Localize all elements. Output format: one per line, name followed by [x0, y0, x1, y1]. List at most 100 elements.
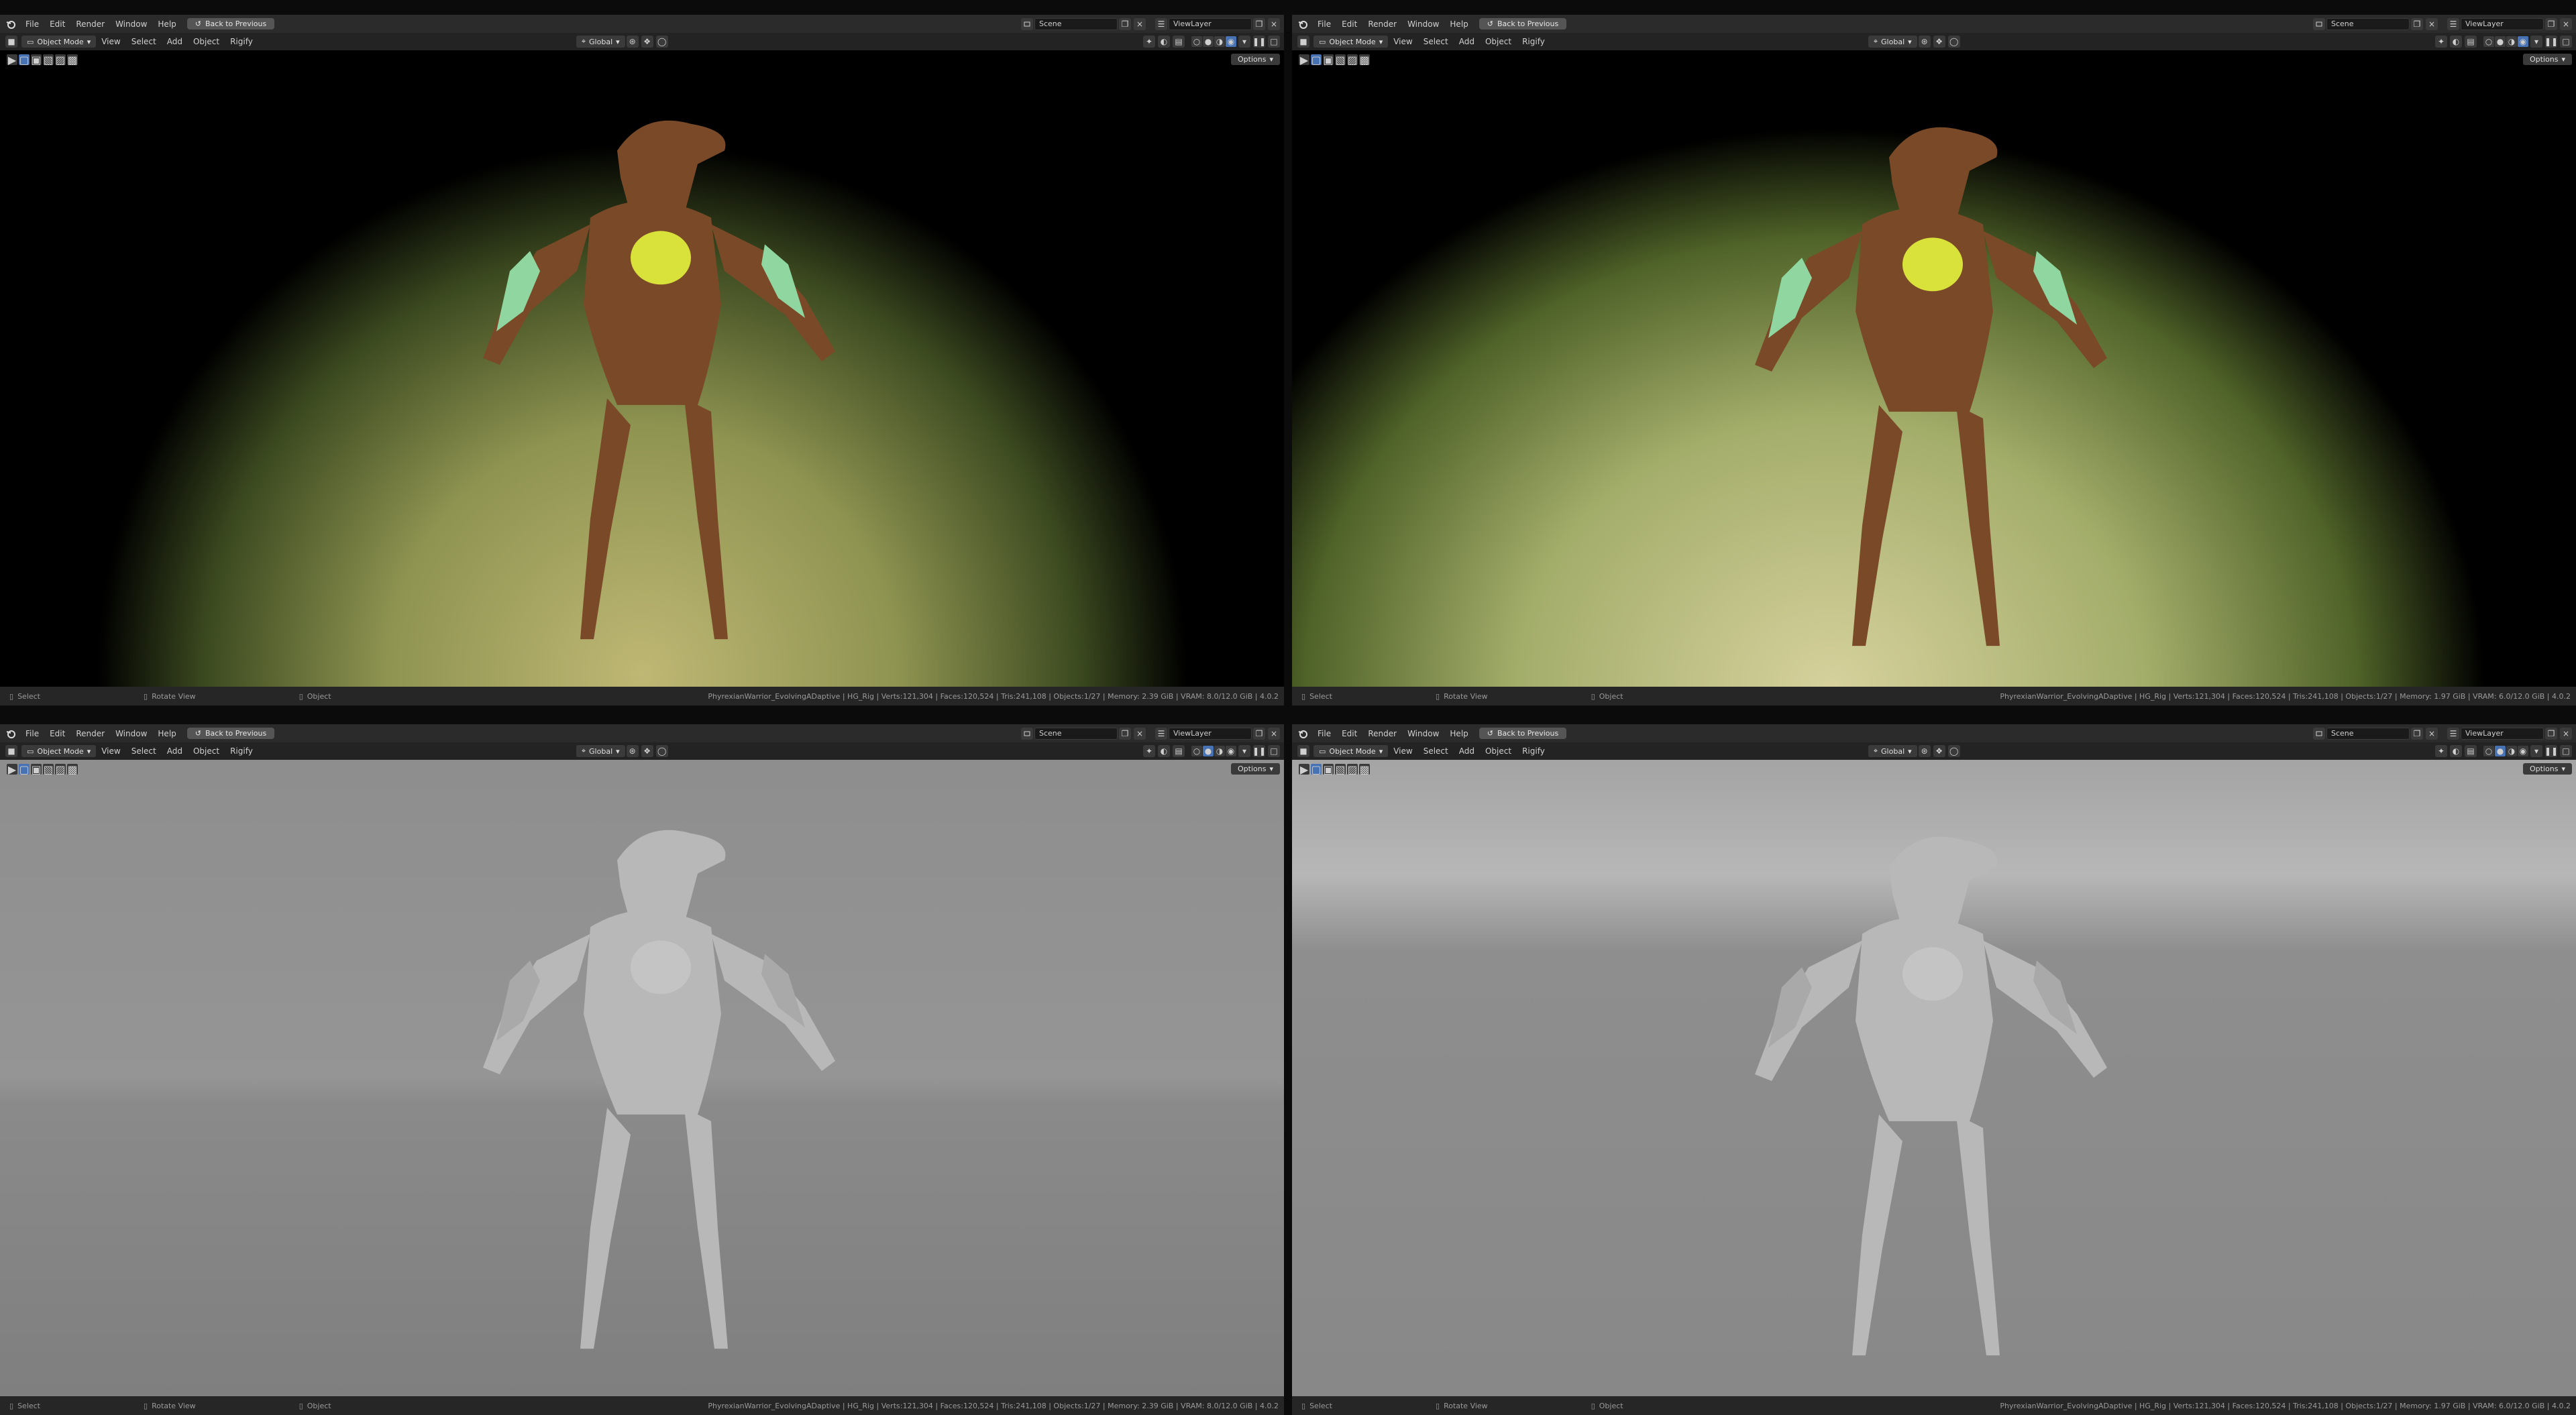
menu-help[interactable]: Help: [152, 729, 181, 738]
pivot-icon[interactable]: ⊛: [626, 745, 639, 757]
scene-selector[interactable]: Scene: [1034, 17, 1118, 30]
editor-type-icon[interactable]: ■: [5, 745, 17, 757]
select-extend-icon[interactable]: ▣: [31, 763, 42, 776]
wireframe-shading-icon[interactable]: ○: [1191, 36, 1202, 47]
solid-shading-icon[interactable]: ●: [1203, 36, 1214, 47]
header-select[interactable]: Select: [126, 746, 162, 756]
blender-logo-icon[interactable]: [5, 19, 16, 30]
view-layer-icon[interactable]: ☰: [1155, 727, 1167, 740]
orientation-dropdown[interactable]: ⌖ Global ▾: [576, 36, 625, 48]
character-model[interactable]: [1292, 50, 2576, 687]
select-invert-icon[interactable]: ▨: [1347, 763, 1358, 776]
pivot-icon[interactable]: ⊛: [626, 36, 639, 48]
view-layer-icon[interactable]: ☰: [1155, 17, 1167, 30]
menu-file[interactable]: File: [20, 19, 44, 29]
copy-icon[interactable]: ❐: [2411, 727, 2423, 740]
pause-render-icon[interactable]: ❚❚: [2544, 36, 2558, 48]
object-mode-dropdown[interactable]: ▭ Object Mode ▾: [21, 745, 97, 757]
menu-help[interactable]: Help: [1444, 19, 1473, 29]
header-select[interactable]: Select: [1418, 746, 1454, 756]
wireframe-shading-icon[interactable]: ○: [2483, 36, 2494, 47]
header-add[interactable]: Add: [1454, 37, 1480, 46]
pivot-icon[interactable]: ⊛: [1918, 745, 1931, 757]
orientation-dropdown[interactable]: ⌖ Global ▾: [1868, 745, 1917, 757]
tool-select-icon[interactable]: ▶: [7, 54, 17, 66]
header-add[interactable]: Add: [162, 37, 188, 46]
rendered-shading-icon[interactable]: ◉: [1226, 746, 1236, 756]
material-shading-icon[interactable]: ◑: [2506, 746, 2517, 756]
menu-file[interactable]: File: [1312, 729, 1336, 738]
header-view[interactable]: View: [1388, 746, 1417, 756]
view-layer-selector[interactable]: ViewLayer: [1169, 17, 1252, 30]
solid-shading-icon[interactable]: ●: [2495, 746, 2506, 756]
header-add[interactable]: Add: [1454, 746, 1480, 756]
select-subtract-icon[interactable]: ▧: [1335, 763, 1346, 776]
wireframe-shading-icon[interactable]: ○: [1191, 746, 1202, 756]
3d-viewport[interactable]: ▶ ▢ ▣ ▧ ▨ ▩ Options ▾: [1292, 760, 2576, 1396]
rendered-shading-icon[interactable]: ◉: [2518, 36, 2528, 47]
header-rigify[interactable]: Rigify: [1517, 746, 1550, 756]
select-invert-icon[interactable]: ▨: [55, 763, 66, 776]
copy-icon[interactable]: ❐: [2545, 17, 2557, 30]
material-shading-icon[interactable]: ◑: [1214, 746, 1225, 756]
chevron-down-icon[interactable]: ▾: [2530, 745, 2542, 757]
scene-selector[interactable]: Scene: [2326, 17, 2410, 30]
rendered-shading-icon[interactable]: ◉: [2518, 746, 2528, 756]
material-shading-icon[interactable]: ◑: [1214, 36, 1225, 47]
select-intersect-icon[interactable]: ▩: [1359, 54, 1370, 66]
back-to-previous-button[interactable]: ↺ Back to Previous: [186, 18, 275, 30]
3d-viewport[interactable]: ▶ ▢ ▣ ▧ ▨ ▩ Options ▾: [0, 760, 1284, 1396]
view-layer-selector[interactable]: ViewLayer: [1169, 727, 1252, 740]
character-model[interactable]: [0, 760, 1284, 1396]
rendered-shading-icon[interactable]: ◉: [1226, 36, 1236, 47]
header-rigify[interactable]: Rigify: [225, 746, 258, 756]
header-select[interactable]: Select: [1418, 37, 1454, 46]
close-icon[interactable]: ×: [1268, 727, 1280, 740]
close-icon[interactable]: ×: [2560, 17, 2572, 30]
view-layer-icon[interactable]: ☰: [2447, 17, 2459, 30]
copy-icon[interactable]: ❐: [1119, 727, 1131, 740]
menu-render[interactable]: Render: [1362, 729, 1402, 738]
options-dropdown[interactable]: Options ▾: [1231, 763, 1280, 775]
menu-edit[interactable]: Edit: [1336, 729, 1362, 738]
menu-window[interactable]: Window: [110, 729, 152, 738]
overlay-icon[interactable]: ◐: [2450, 745, 2462, 757]
proportional-icon[interactable]: ◯: [1947, 745, 1960, 757]
chevron-down-icon[interactable]: ▾: [2530, 36, 2542, 48]
select-subtract-icon[interactable]: ▧: [1335, 54, 1346, 66]
view-layer-selector[interactable]: ViewLayer: [2461, 17, 2544, 30]
pause-render-icon[interactable]: ❚❚: [2544, 745, 2558, 757]
close-icon[interactable]: ×: [1268, 17, 1280, 30]
header-object[interactable]: Object: [188, 37, 225, 46]
header-rigify[interactable]: Rigify: [225, 37, 258, 46]
header-view[interactable]: View: [96, 37, 125, 46]
blender-logo-icon[interactable]: [1297, 19, 1308, 30]
menu-file[interactable]: File: [1312, 19, 1336, 29]
wireframe-shading-icon[interactable]: ○: [2483, 746, 2494, 756]
menu-edit[interactable]: Edit: [44, 19, 70, 29]
pause-render-icon[interactable]: ❚❚: [1252, 36, 1266, 48]
select-box-icon[interactable]: ▢: [1311, 763, 1322, 776]
menu-render[interactable]: Render: [1362, 19, 1402, 29]
xray-icon[interactable]: ▤: [2465, 745, 2477, 757]
options-dropdown[interactable]: Options ▾: [1231, 54, 1280, 65]
object-mode-dropdown[interactable]: ▭ Object Mode ▾: [1313, 745, 1389, 757]
select-intersect-icon[interactable]: ▩: [1359, 763, 1370, 776]
scene-icon[interactable]: [2313, 17, 2325, 30]
close-icon[interactable]: ×: [1134, 17, 1146, 30]
select-intersect-icon[interactable]: ▩: [67, 54, 78, 66]
character-model[interactable]: [1292, 760, 2576, 1396]
orientation-dropdown[interactable]: ⌖ Global ▾: [1868, 36, 1917, 48]
close-icon[interactable]: ×: [2560, 727, 2572, 740]
menu-window[interactable]: Window: [1402, 19, 1444, 29]
camera-view-icon[interactable]: □: [2560, 745, 2572, 757]
header-select[interactable]: Select: [126, 37, 162, 46]
snap-icon[interactable]: ❖: [1933, 745, 1945, 757]
select-subtract-icon[interactable]: ▧: [43, 54, 54, 66]
solid-shading-icon[interactable]: ●: [1203, 746, 1214, 756]
select-box-icon[interactable]: ▢: [1311, 54, 1322, 66]
copy-icon[interactable]: ❐: [1119, 17, 1131, 30]
menu-edit[interactable]: Edit: [1336, 19, 1362, 29]
header-object[interactable]: Object: [188, 746, 225, 756]
select-invert-icon[interactable]: ▨: [1347, 54, 1358, 66]
